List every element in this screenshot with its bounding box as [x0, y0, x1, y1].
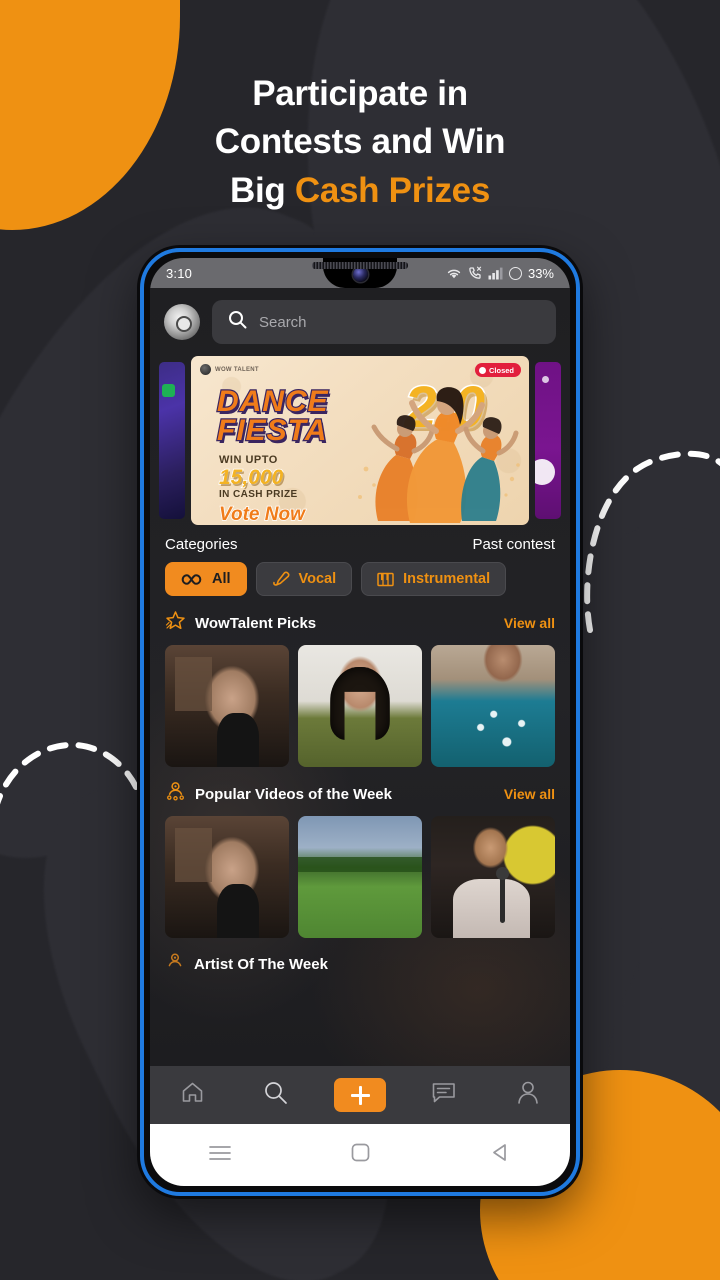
categories-title: Categories: [165, 536, 238, 553]
signal-icon: [488, 267, 503, 280]
headline-accent: Cash Prizes: [294, 170, 491, 210]
banner-title-line1: DANCE: [216, 385, 329, 418]
phone-mockup: 3:10 33% Search WOW TALENT Closed DANCE …: [140, 248, 580, 1196]
home-square-icon: [351, 1143, 370, 1167]
banner-title: DANCE FIESTA: [216, 385, 329, 447]
status-battery: 33%: [527, 265, 554, 281]
nav-messages[interactable]: [418, 1073, 470, 1117]
app-viewport: Search WOW TALENT Closed DANCE FIESTA WI…: [150, 288, 570, 1186]
video-thumbnail[interactable]: [431, 645, 555, 767]
android-system-nav: [150, 1124, 570, 1186]
section-header-wowtalent-picks: WowTalent Picks View all: [150, 596, 570, 636]
back-button[interactable]: [478, 1133, 522, 1177]
view-all-link-picks[interactable]: View all: [504, 615, 555, 631]
video-thumbnail[interactable]: [298, 645, 422, 767]
front-camera-icon: [352, 267, 368, 282]
live-badge-icon: [162, 384, 175, 397]
plus-icon: [350, 1085, 370, 1105]
headline-line-2: Contests and Win: [214, 122, 506, 162]
section-title: Popular Videos of the Week: [195, 785, 392, 803]
banner-brand-text: WOW TALENT: [215, 366, 259, 373]
thumbnail-row-popular: [150, 807, 570, 938]
chat-icon: [431, 1081, 457, 1110]
phone-screen: 3:10 33% Search WOW TALENT Closed DANCE …: [150, 258, 570, 1186]
category-chip-all-label: All: [212, 571, 231, 587]
category-chip-all[interactable]: All: [165, 562, 247, 596]
artist-icon: [165, 952, 185, 977]
app-header: Search: [150, 288, 570, 354]
search-placeholder: Search: [259, 313, 307, 331]
section-header-artist-of-the-week: Artist Of The Week: [150, 938, 570, 977]
thumbnail-row-picks: [150, 636, 570, 767]
nav-home[interactable]: [166, 1073, 218, 1117]
artist-group-icon: [165, 781, 186, 807]
recents-button[interactable]: [198, 1133, 242, 1177]
banner-title-line2: FIESTA: [216, 413, 328, 447]
search-icon: [263, 1080, 289, 1111]
category-chip-vocal-label: Vocal: [298, 571, 337, 587]
status-time: 3:10: [166, 265, 193, 281]
contest-carousel[interactable]: WOW TALENT Closed DANCE FIESTA 2.0: [150, 354, 570, 529]
search-icon: [228, 310, 247, 334]
view-all-link-popular[interactable]: View all: [504, 786, 555, 802]
dashed-curve-left: [0, 735, 150, 845]
power-button[interactable]: [577, 582, 580, 640]
home-icon: [180, 1080, 205, 1110]
earpiece-grille: [312, 262, 408, 269]
headline-line-3: Big Cash Prizes: [0, 167, 720, 215]
nav-profile[interactable]: [502, 1073, 554, 1117]
carousel-card-next[interactable]: [535, 362, 561, 519]
infinity-icon: [181, 573, 203, 586]
banner-brand: WOW TALENT: [200, 364, 259, 375]
next-card-dot-icon: [542, 376, 549, 383]
past-contest-link[interactable]: Past contest: [472, 536, 555, 553]
video-thumbnail[interactable]: [165, 645, 289, 767]
promo-headline: Participate in Contests and Win Big Cash…: [0, 70, 720, 215]
volume-button[interactable]: [577, 467, 580, 559]
video-thumbnail[interactable]: [431, 816, 555, 938]
section-title: WowTalent Picks: [195, 614, 317, 632]
carousel-card-previous[interactable]: [159, 362, 185, 519]
nav-search[interactable]: [250, 1073, 302, 1117]
category-chips: All Vocal Instrumental: [150, 553, 570, 596]
headline-plain: Big: [229, 170, 295, 210]
dashed-curve-right: [575, 425, 720, 635]
next-card-arc-icon: [535, 459, 555, 485]
bottom-navigation: [150, 1066, 570, 1124]
banner-cta[interactable]: Vote Now: [218, 503, 305, 525]
video-thumbnail[interactable]: [165, 816, 289, 938]
dancers-illustration: [358, 387, 520, 523]
category-chip-instrumental-label: Instrumental: [403, 571, 491, 587]
piano-icon: [377, 572, 394, 587]
star-icon: [165, 610, 186, 636]
category-chip-vocal[interactable]: Vocal: [255, 562, 353, 596]
search-bar[interactable]: Search: [212, 300, 556, 344]
person-icon: [516, 1080, 540, 1110]
section-title: Artist Of The Week: [194, 956, 328, 973]
battery-icon: [508, 266, 522, 280]
banner-amount: 15,000: [218, 465, 284, 490]
banner-prize-text: IN CASH PRIZE: [219, 489, 298, 500]
carousel-card-active[interactable]: WOW TALENT Closed DANCE FIESTA 2.0: [191, 356, 529, 525]
microphone-icon: [272, 571, 290, 588]
banner-win-text: WIN UPTO: [219, 454, 278, 466]
headline-line-1: Participate in: [252, 74, 468, 113]
categories-header: Categories Past contest: [150, 529, 570, 553]
home-button[interactable]: [338, 1133, 382, 1177]
video-thumbnail[interactable]: [298, 816, 422, 938]
create-button[interactable]: [334, 1078, 386, 1112]
category-chip-instrumental[interactable]: Instrumental: [361, 562, 507, 596]
wifi-icon: [446, 267, 462, 280]
section-header-popular-videos: Popular Videos of the Week View all: [150, 767, 570, 807]
nav-create[interactable]: [334, 1073, 386, 1117]
app-logo[interactable]: [164, 304, 200, 340]
recents-icon: [209, 1145, 231, 1166]
banner-logo-icon: [200, 364, 211, 375]
back-triangle-icon: [491, 1143, 509, 1167]
call-icon: [468, 266, 482, 280]
